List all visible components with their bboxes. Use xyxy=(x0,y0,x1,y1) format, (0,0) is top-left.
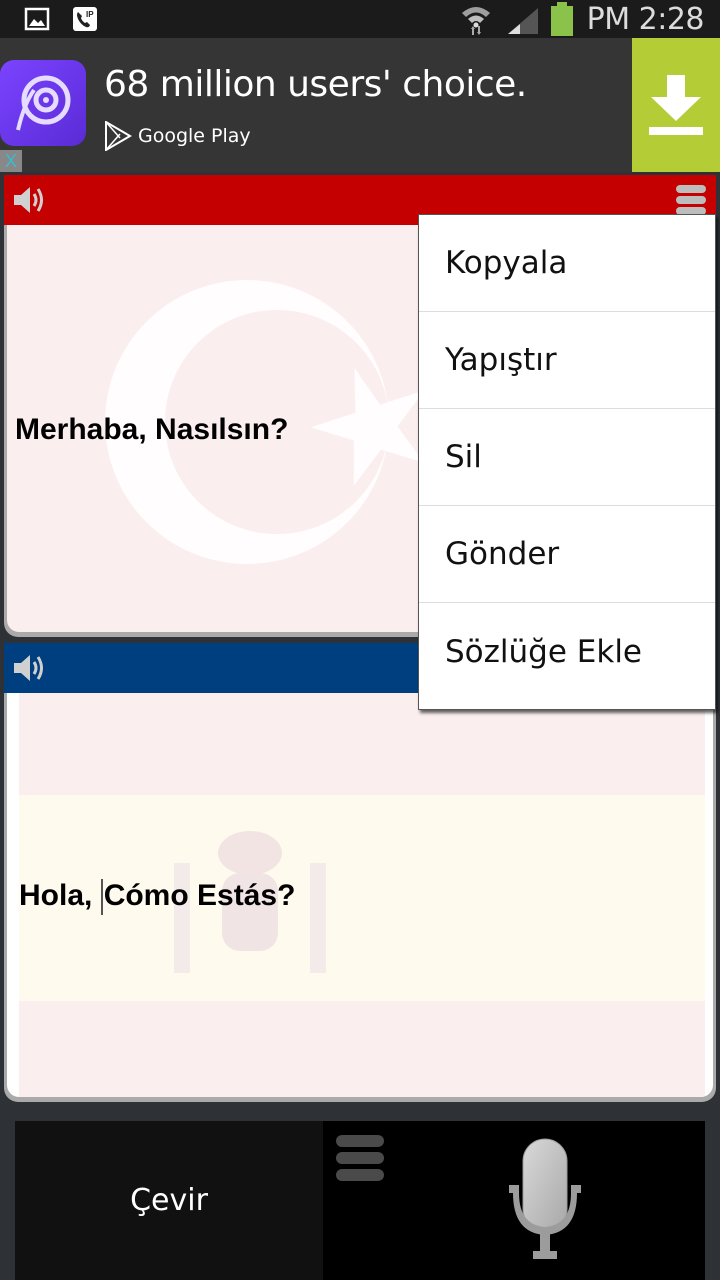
menu-bar xyxy=(336,1169,384,1181)
google-play-badge[interactable]: Google Play xyxy=(104,120,251,152)
menu-item-delete[interactable]: Sil xyxy=(419,409,715,506)
ad-close-button[interactable]: X xyxy=(0,150,22,172)
menu-item-paste[interactable]: Yapıştır xyxy=(419,312,715,409)
bottom-bar: Çevir xyxy=(15,1121,705,1280)
svg-text:IP: IP xyxy=(86,10,94,19)
gallery-icon xyxy=(24,7,50,31)
menu-item-copy[interactable]: Kopyala xyxy=(419,215,715,312)
signal-icon xyxy=(508,8,538,34)
source-text: Merhaba, Nasılsın? xyxy=(15,413,289,446)
ad-app-icon[interactable] xyxy=(0,60,86,146)
target-text: Hola, Cómo Estás? xyxy=(19,879,296,916)
download-icon xyxy=(649,75,703,135)
text-cursor xyxy=(100,879,103,916)
history-menu-button[interactable] xyxy=(336,1135,384,1185)
translate-button[interactable]: Çevir xyxy=(15,1121,323,1280)
store-label: Google Play xyxy=(138,125,251,147)
ad-download-button[interactable] xyxy=(632,38,720,172)
app-screen: IP PM 2:28 68 million users' choice. Goo… xyxy=(0,0,720,1280)
speaker-icon[interactable] xyxy=(12,183,48,217)
status-bar: IP PM 2:28 xyxy=(0,0,720,38)
menu-item-send[interactable]: Gönder xyxy=(419,506,715,603)
target-text-area[interactable]: Hola, Cómo Estás? xyxy=(7,693,713,1097)
ad-banner[interactable]: 68 million users' choice. Google Play X xyxy=(0,38,720,172)
speaker-icon[interactable] xyxy=(12,651,48,685)
menu-bar xyxy=(676,185,706,193)
wifi-icon xyxy=(462,7,490,35)
spain-flag-bottom-stripe xyxy=(19,1001,705,1097)
google-play-icon xyxy=(105,121,132,151)
context-menu: Kopyala Yapıştır Sil Gönder Sözlüğe Ekle xyxy=(418,214,716,710)
menu-bar xyxy=(336,1152,384,1164)
clock: PM 2:28 xyxy=(586,2,705,37)
menu-bar xyxy=(676,196,706,204)
battery-icon xyxy=(551,2,573,36)
menu-bar xyxy=(336,1135,384,1147)
menu-item-add-to-dictionary[interactable]: Sözlüğe Ekle xyxy=(419,603,715,700)
target-text-before-cursor: Hola, xyxy=(19,879,101,912)
microphone-icon[interactable] xyxy=(505,1135,585,1263)
ad-headline[interactable]: 68 million users' choice. xyxy=(104,64,527,105)
target-panel: Hola, Cómo Estás? xyxy=(4,643,716,1102)
target-text-after-cursor: Cómo Estás? xyxy=(103,879,296,912)
ip-call-icon: IP xyxy=(73,7,97,31)
